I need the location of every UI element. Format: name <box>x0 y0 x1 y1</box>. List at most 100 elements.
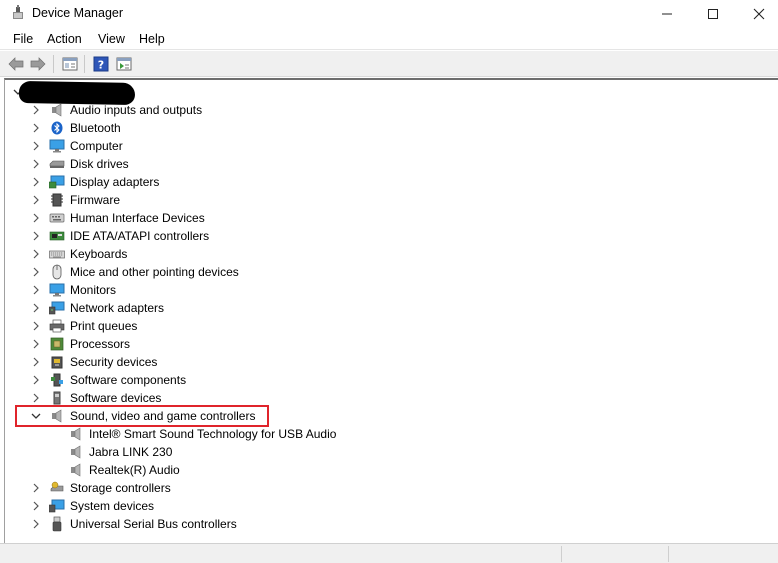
chevron-right-icon[interactable] <box>29 103 43 117</box>
tree-item-label: Security devices <box>70 355 158 369</box>
tree-item-disk-drives[interactable]: Disk drives <box>29 155 129 173</box>
toolbar-separator <box>53 55 54 73</box>
chevron-right-icon[interactable] <box>29 139 43 153</box>
chevron-right-icon[interactable] <box>29 121 43 135</box>
speaker-icon <box>68 444 84 460</box>
device-tree[interactable]: Audio inputs and outputs Bluetooth Compu… <box>4 78 778 543</box>
menu-help[interactable]: Help <box>139 32 165 46</box>
chevron-right-icon[interactable] <box>29 301 43 315</box>
chevron-right-icon[interactable] <box>29 499 43 513</box>
chevron-right-icon[interactable] <box>29 355 43 369</box>
ide-controller-icon <box>49 228 65 244</box>
keyboard-icon <box>49 246 65 262</box>
tree-item-label: Bluetooth <box>70 121 121 135</box>
chevron-right-icon[interactable] <box>29 157 43 171</box>
tree-item-label: Software components <box>70 373 187 387</box>
menu-view[interactable]: View <box>98 32 125 46</box>
speaker-icon <box>68 426 84 442</box>
svg-text:?: ? <box>98 59 104 72</box>
menu-file[interactable]: File <box>13 32 33 46</box>
hid-icon <box>49 210 65 226</box>
chevron-right-icon[interactable] <box>29 265 43 279</box>
tree-item-network-adapters[interactable]: Network adapters <box>29 299 164 317</box>
tree-item-label: Print queues <box>70 319 138 333</box>
tree-item-firmware[interactable]: Firmware <box>29 191 120 209</box>
tree-item-computer[interactable]: Computer <box>29 137 123 155</box>
tree-child-label: Realtek(R) Audio <box>89 463 180 477</box>
tree-item-software-components[interactable]: Software components <box>29 371 186 389</box>
tree-item-processors[interactable]: Processors <box>29 335 130 353</box>
status-bar <box>0 543 778 563</box>
help-icon[interactable]: ? <box>91 54 111 74</box>
tree-item-bluetooth[interactable]: Bluetooth <box>29 119 121 137</box>
tree-item-ide-ata-atapi-controllers[interactable]: IDE ATA/ATAPI controllers <box>29 227 209 245</box>
tree-item-label: Display adapters <box>70 175 160 189</box>
tree-item-label: IDE ATA/ATAPI controllers <box>70 229 210 243</box>
chevron-right-icon[interactable] <box>29 517 43 531</box>
minimize-button[interactable] <box>644 0 690 28</box>
tree-item-system-devices[interactable]: System devices <box>29 497 154 515</box>
tree-item-label: Audio inputs and outputs <box>70 103 203 117</box>
firmware-icon <box>49 192 65 208</box>
chevron-right-icon[interactable] <box>29 247 43 261</box>
tree-child-intel-smart-sound[interactable]: Intel® Smart Sound Technology for USB Au… <box>68 425 336 443</box>
toolbar-separator <box>84 55 85 73</box>
printer-icon <box>49 318 65 334</box>
chevron-right-icon[interactable] <box>29 319 43 333</box>
status-bar-divider <box>668 546 669 562</box>
speaker-icon <box>49 102 65 118</box>
security-device-icon <box>49 354 65 370</box>
properties-icon[interactable] <box>60 54 80 74</box>
tree-item-human-interface-devices[interactable]: Human Interface Devices <box>29 209 205 227</box>
tree-item-label: Network adapters <box>70 301 165 315</box>
back-arrow-icon[interactable] <box>6 54 26 74</box>
maximize-button[interactable] <box>690 0 736 28</box>
system-device-icon <box>49 498 65 514</box>
tree-item-label: Monitors <box>70 283 117 297</box>
chevron-right-icon[interactable] <box>29 175 43 189</box>
chevron-right-icon[interactable] <box>29 283 43 297</box>
chevron-right-icon[interactable] <box>29 481 43 495</box>
tree-item-print-queues[interactable]: Print queues <box>29 317 137 335</box>
software-component-icon <box>49 372 65 388</box>
tree-item-label: Storage controllers <box>70 481 171 495</box>
forward-arrow-icon[interactable] <box>28 54 48 74</box>
software-device-icon <box>49 390 65 406</box>
chevron-right-icon[interactable] <box>29 229 43 243</box>
menu-action[interactable]: Action <box>47 32 82 46</box>
tree-item-audio-inputs-and-outputs[interactable]: Audio inputs and outputs <box>29 101 202 119</box>
network-adapter-icon <box>49 300 65 316</box>
toolbar: ? <box>0 51 778 77</box>
speaker-icon <box>68 462 84 478</box>
update-driver-icon[interactable] <box>114 54 134 74</box>
monitor-icon <box>49 282 65 298</box>
chevron-right-icon[interactable] <box>29 193 43 207</box>
tree-item-label: Software devices <box>70 391 162 405</box>
tree-item-label: Keyboards <box>70 247 128 261</box>
tree-item-security-devices[interactable]: Security devices <box>29 353 157 371</box>
tree-child-label: Intel® Smart Sound Technology for USB Au… <box>89 427 337 441</box>
tree-item-label: Human Interface Devices <box>70 211 205 225</box>
tree-child-jabra-link-230[interactable]: Jabra LINK 230 <box>68 443 172 461</box>
tree-item-display-adapters[interactable]: Display adapters <box>29 173 159 191</box>
tree-item-storage-controllers[interactable]: Storage controllers <box>29 479 171 497</box>
tree-child-realtek-audio[interactable]: Realtek(R) Audio <box>68 461 180 479</box>
tree-item-keyboards[interactable]: Keyboards <box>29 245 127 263</box>
tree-item-monitors[interactable]: Monitors <box>29 281 116 299</box>
tree-item-label: Firmware <box>70 193 120 207</box>
device-manager-app-icon <box>10 5 26 21</box>
close-button[interactable] <box>736 0 778 28</box>
chevron-right-icon[interactable] <box>29 373 43 387</box>
chevron-right-icon[interactable] <box>29 337 43 351</box>
chevron-right-icon[interactable] <box>29 211 43 225</box>
display-adapter-icon <box>49 174 65 190</box>
tree-item-label: Disk drives <box>70 157 129 171</box>
tree-item-mice-and-other-pointing-devices[interactable]: Mice and other pointing devices <box>29 263 239 281</box>
chevron-right-icon[interactable] <box>29 391 43 405</box>
processor-icon <box>49 336 65 352</box>
storage-controller-icon <box>49 480 65 496</box>
mouse-icon <box>49 264 65 280</box>
status-bar-divider <box>561 546 562 562</box>
tree-item-universal-serial-bus-controllers[interactable]: Universal Serial Bus controllers <box>29 515 237 533</box>
highlight-box <box>15 405 269 427</box>
